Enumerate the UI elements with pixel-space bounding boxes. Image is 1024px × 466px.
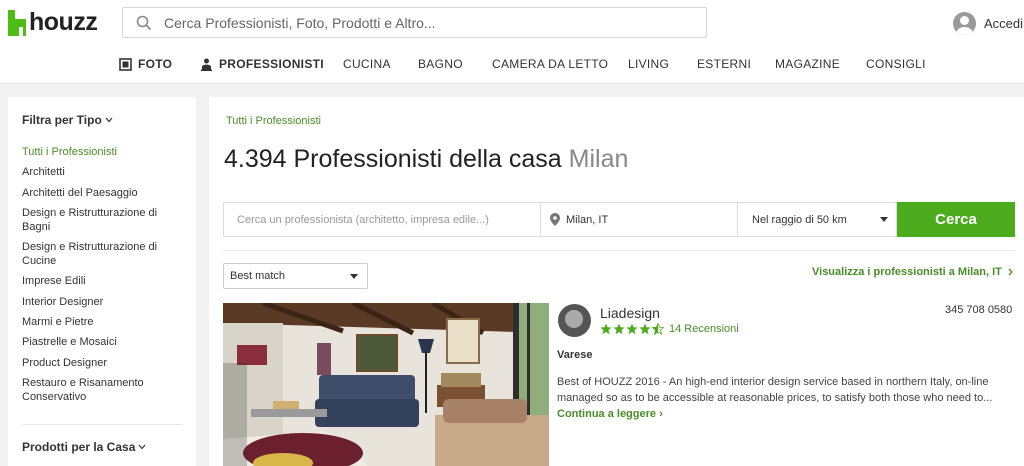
star-icon — [626, 323, 638, 335]
sort-value: Best match — [230, 270, 286, 282]
nav-esterni[interactable]: ESTERNI — [697, 57, 751, 71]
page-title-text: 4.394 Professionisti della casa — [224, 145, 562, 173]
pro-description: Best of HOUZZ 2016 - An high-end interio… — [557, 374, 1017, 422]
nav-magazine[interactable]: MAGAZINE — [775, 57, 840, 71]
logo-text: houzz — [29, 8, 98, 36]
location-pin-icon — [550, 213, 560, 226]
dropdown-caret-icon — [880, 217, 888, 222]
living-room-image — [223, 303, 549, 466]
star-icon — [600, 323, 612, 335]
search-button[interactable]: Cerca — [897, 202, 1015, 237]
chevron-right-icon — [1008, 268, 1013, 276]
nav-professionisti-label: PROFESSIONISTI — [219, 57, 324, 71]
pro-description-text: Best of HOUZZ 2016 - An high-end interio… — [557, 376, 993, 404]
sidebar-item-imprese-edili[interactable]: Imprese Edili — [22, 274, 182, 288]
star-icon — [639, 323, 651, 335]
search-icon — [136, 15, 152, 30]
nav-camera-da-letto[interactable]: CAMERA DA LETTO — [492, 57, 608, 71]
sidebar-item-tutti[interactable]: Tutti i Professionisti — [22, 145, 182, 159]
half-star-icon — [652, 323, 664, 335]
view-map-link[interactable]: Visualizza i professionisti a Milan, IT — [812, 266, 1013, 278]
sort-select[interactable]: Best match — [223, 263, 368, 289]
reviews-link[interactable]: 14 Recensioni — [669, 323, 739, 335]
houzz-logo-icon — [8, 9, 26, 36]
pro-avatar[interactable] — [558, 304, 591, 337]
sidebar-item-cucine[interactable]: Design e Ristrutturazione di Cucine — [22, 240, 182, 268]
products-title: Prodotti per la Casa — [22, 440, 136, 454]
view-map-label: Visualizza i professionisti a Milan, IT — [812, 266, 1002, 278]
nav-professionisti[interactable]: PROFESSIONISTI — [200, 57, 324, 71]
listing-photo[interactable] — [223, 303, 549, 466]
sidebar-item-product-designer[interactable]: Product Designer — [22, 356, 182, 370]
sidebar-item-piastrelle[interactable]: Piastrelle e Mosaici — [22, 335, 182, 349]
pro-search-bar: Cerca un professionista (architetto, imp… — [223, 202, 897, 237]
read-more-link[interactable]: Continua a leggere › — [557, 408, 663, 420]
pro-city: Varese — [557, 349, 593, 361]
products-toggle[interactable]: Prodotti per la Casa — [22, 440, 146, 454]
page-title-location: Milan — [568, 145, 629, 173]
nav-cucina[interactable]: CUCINA — [343, 57, 391, 71]
read-more-label: Continua a leggere — [557, 408, 657, 420]
sidebar-item-architetti-paesaggio[interactable]: Architetti del Paesaggio — [22, 186, 182, 200]
sidebar-item-bagni[interactable]: Design e Ristrutturazione di Bagni — [22, 206, 182, 234]
dropdown-caret-icon — [350, 274, 358, 279]
photo-icon — [119, 57, 132, 71]
top-bar: houzz Accedi FOTO PROFESSIONISTI — [0, 0, 1024, 84]
nav-living[interactable]: LIVING — [628, 57, 669, 71]
global-search[interactable] — [122, 7, 707, 38]
pro-name[interactable]: Liadesign — [600, 305, 660, 321]
sidebar-item-interior-designer[interactable]: Interior Designer — [22, 295, 182, 309]
chevron-down-icon — [105, 117, 113, 123]
rating-stars: 14 Recensioni — [600, 323, 739, 335]
pro-phone[interactable]: 345 708 0580 — [945, 304, 1012, 316]
sidebar-item-marmi-pietre[interactable]: Marmi e Pietre — [22, 315, 182, 329]
radius-select[interactable]: Nel raggio di 50 km — [738, 203, 896, 236]
global-search-input[interactable] — [164, 14, 684, 31]
radius-value: Nel raggio di 50 km — [752, 213, 847, 226]
sidebar-item-restauro[interactable]: Restauro e Risanamento Conservativo — [22, 376, 182, 404]
main-nav: FOTO PROFESSIONISTI CUCINA BAGNO CAMERA … — [0, 57, 1024, 75]
sidebar-divider — [22, 424, 182, 425]
login-label: Accedi — [984, 16, 1024, 31]
login-link[interactable]: Accedi — [953, 12, 1023, 35]
nav-bagno[interactable]: BAGNO — [418, 57, 463, 71]
location-input[interactable]: Milan, IT — [541, 203, 738, 236]
sidebar-item-architetti[interactable]: Architetti — [22, 165, 182, 179]
filter-sidebar: Filtra per Tipo Tutti i Professionisti A… — [8, 97, 196, 466]
houzz-logo[interactable]: houzz — [8, 8, 98, 37]
user-icon — [953, 12, 976, 35]
nav-foto[interactable]: FOTO — [119, 57, 172, 71]
divider — [223, 250, 1015, 251]
page-title: 4.394 Professionisti della casa Milan — [224, 145, 628, 174]
nav-foto-label: FOTO — [138, 57, 173, 71]
main-content: Tutti i Professionisti 4.394 Professioni… — [209, 97, 1024, 466]
filter-type-toggle[interactable]: Filtra per Tipo — [22, 113, 113, 127]
professional-icon — [201, 58, 212, 71]
filter-type-title: Filtra per Tipo — [22, 113, 102, 127]
pro-search-input[interactable]: Cerca un professionista (architetto, imp… — [224, 203, 541, 236]
nav-consigli[interactable]: CONSIGLI — [866, 57, 926, 71]
location-value: Milan, IT — [566, 213, 609, 226]
breadcrumb[interactable]: Tutti i Professionisti — [226, 115, 321, 127]
chevron-down-icon — [138, 444, 146, 450]
star-icon — [613, 323, 625, 335]
